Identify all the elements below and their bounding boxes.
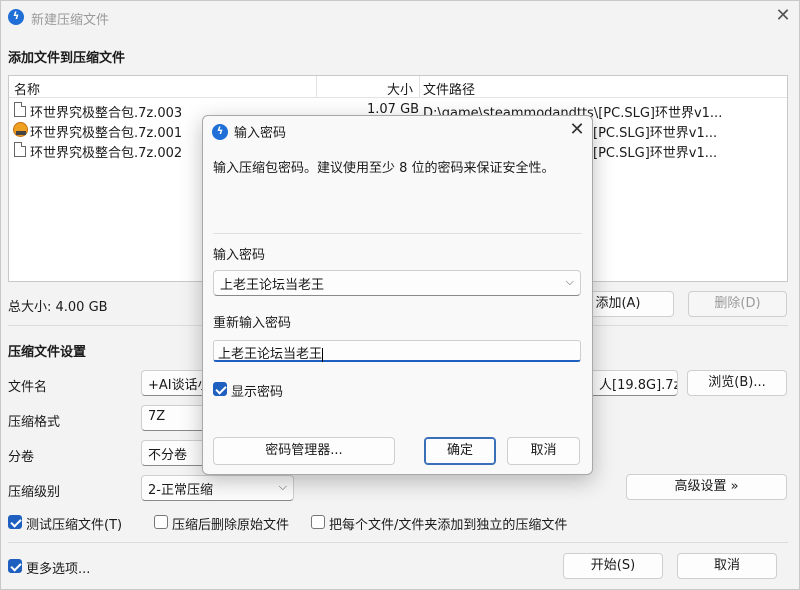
level-value: 2-正常压缩 [148,483,213,498]
confirm-password-value: 上老王论坛当老王 [218,347,323,362]
file-path: [PC.SLG]环世界v1... [593,146,718,161]
add-section-title: 添加文件到压缩文件 [8,51,126,66]
title-bar: ϟ 新建压缩文件 ✕ [1,1,799,33]
dialog-divider [213,233,582,234]
footer-divider [8,542,788,543]
document-icon [14,142,26,157]
archive-icon [13,122,28,137]
format-label: 压缩格式 [8,415,61,430]
settings-section-title: 压缩文件设置 [8,345,87,360]
delete-original-checkbox[interactable] [154,515,168,529]
delete-button[interactable]: 删除(D) [688,291,787,317]
confirm-password-input[interactable]: 上老王论坛当老王 [213,340,581,362]
total-size: 总大小: 4.00 GB [8,300,108,315]
ok-button[interactable]: 确定 [424,437,496,465]
advanced-settings-button[interactable]: 高级设置 » [626,474,787,500]
filename-label: 文件名 [8,380,48,395]
chevron-down-icon: ⌵ [278,480,287,493]
column-header-size[interactable]: 大小 [387,79,413,98]
test-archive-checkbox[interactable] [8,515,22,529]
file-list-header: 名称 大小 文件路径 [9,76,787,98]
password-value: 上老王论坛当老王 [220,278,325,293]
dialog-title: 输入密码 [234,126,287,141]
column-divider[interactable] [316,76,317,98]
more-options-checkbox[interactable] [8,559,22,573]
column-header-path[interactable]: 文件路径 [423,79,475,98]
text-caret [322,347,324,362]
document-icon [14,102,26,117]
start-button[interactable]: 开始(S) [563,553,663,579]
chevron-down-icon[interactable]: ⌵ [566,275,574,289]
file-name: 环世界究极整合包.7z.001 [30,126,183,141]
show-password-label[interactable]: 显示密码 [231,381,283,400]
password-input[interactable]: 上老王论坛当老王 ⌵ [213,270,581,296]
separate-archives-checkbox[interactable] [311,515,325,529]
delete-original-label[interactable]: 压缩后删除原始文件 [172,514,289,533]
show-password-checkbox[interactable] [213,382,227,396]
level-label: 压缩级别 [8,485,61,500]
filename-input-tail[interactable]: 人[19.8G].7z [593,370,678,396]
password-label: 输入密码 [213,248,266,263]
dialog-cancel-button[interactable]: 取消 [507,437,580,465]
filename-input[interactable]: +AI谈话小 [141,370,203,396]
close-icon[interactable]: ✕ [773,6,793,26]
dialog-message: 输入压缩包密码。建议使用至少 8 位的密码来保证安全性。 [213,161,555,176]
column-divider[interactable] [419,76,420,98]
split-label: 分卷 [8,450,35,465]
file-name: 环世界究极整合包.7z.003 [30,106,183,121]
close-icon[interactable]: ✕ [567,119,587,141]
lightning-icon: ϟ [212,124,228,140]
file-path: [PC.SLG]环世界v1... [593,126,718,141]
window-title: 新建压缩文件 [31,13,110,28]
column-header-name[interactable]: 名称 [14,79,40,98]
more-options-label[interactable]: 更多选项... [26,558,90,577]
test-archive-label[interactable]: 测试压缩文件(T) [26,514,122,533]
browse-button[interactable]: 浏览(B)... [687,370,787,396]
confirm-password-label: 重新输入密码 [213,316,292,331]
password-manager-button[interactable]: 密码管理器... [213,437,395,465]
format-select[interactable]: 7Z [141,405,203,431]
separate-archives-label[interactable]: 把每个文件/文件夹添加到独立的压缩文件 [329,514,567,533]
level-select[interactable]: 2-正常压缩 ⌵ [141,475,294,501]
file-name: 环世界究极整合包.7z.002 [30,146,183,161]
password-dialog: ϟ 输入密码 ✕ 输入压缩包密码。建议使用至少 8 位的密码来保证安全性。 输入… [202,115,593,475]
lightning-icon: ϟ [8,9,24,25]
split-select[interactable]: 不分卷 [141,440,203,466]
cancel-button[interactable]: 取消 [677,553,777,579]
